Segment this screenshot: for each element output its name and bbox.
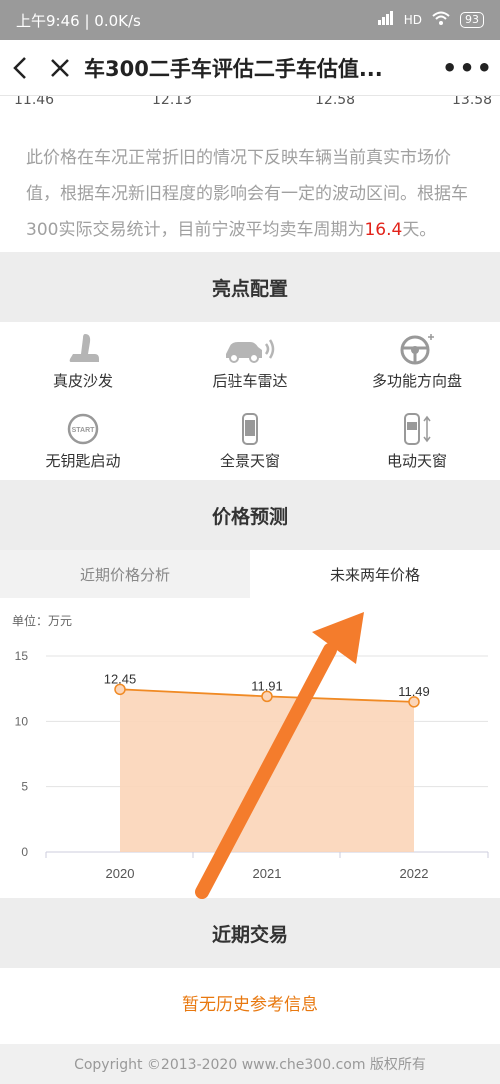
description-suffix: 天。 — [402, 220, 437, 240]
feature-label: 后驻车雷达 — [212, 372, 288, 390]
back-button[interactable] — [0, 40, 40, 96]
nav-bar: 车300二手车评估二手车估值... ••• — [0, 40, 500, 96]
price-forecast-chart: 0 5 10 15 12.45 2020 11.91 2021 11.49 2022 — [15, 649, 489, 881]
electric-sunroof-icon — [404, 413, 431, 445]
prediction-tabs: 近期价格分析 未来两年价格 — [0, 550, 500, 598]
feature-keyless-start: START 无钥匙启动 — [0, 412, 166, 471]
tick-label: 13.58 — [452, 96, 493, 108]
feature-label: 多功能方向盘 — [371, 372, 462, 390]
no-history-message: 暂无历史参考信息 — [182, 995, 318, 1015]
feature-label: 全景天窗 — [219, 452, 280, 470]
hd-label: HD — [403, 13, 422, 27]
feature-label: 无钥匙启动 — [45, 452, 121, 470]
tab-two-year-forecast[interactable]: 未来两年价格 — [250, 550, 500, 598]
y-tick-label: 15 — [15, 649, 29, 663]
more-icon: ••• — [441, 53, 495, 82]
feature-parking-radar: 后驻车雷达 — [167, 332, 333, 391]
recent-deals-title: 近期交易 — [211, 923, 288, 946]
close-icon — [51, 58, 69, 77]
footer: Copyright ©2013-2020 www.che300.com 版权所有 — [0, 1044, 500, 1084]
leather-seat-icon — [69, 334, 99, 362]
start-button-icon: START — [67, 413, 99, 445]
tab-recent-price-analysis[interactable]: 近期价格分析 — [0, 550, 250, 598]
close-button[interactable] — [40, 40, 80, 96]
sell-cycle-days: 16.4 — [364, 220, 403, 240]
tick-label: 12.13 — [152, 96, 193, 108]
chevron-left-icon — [13, 56, 26, 79]
page-title: 车300二手车评估二手车估值... — [84, 56, 383, 81]
copyright-text: Copyright ©2013-2020 www.che300.com 版权所有 — [74, 1057, 426, 1073]
data-label: 11.91 — [251, 678, 283, 693]
data-label: 12.45 — [104, 671, 137, 686]
data-label: 11.49 — [398, 684, 430, 699]
highlights-title: 亮点配置 — [211, 277, 288, 300]
x-tick-label: 2022 — [400, 866, 429, 881]
steering-wheel-icon — [400, 334, 434, 365]
y-tick-label: 5 — [21, 780, 28, 794]
feature-leather-seat: 真皮沙发 — [0, 332, 166, 391]
y-tick-label: 10 — [15, 714, 29, 728]
recent-deals-header: 近期交易 — [0, 898, 500, 968]
status-time-speed: 上午9:46 | 0.0K/s — [16, 11, 141, 30]
y-tick-label: 0 — [21, 845, 28, 859]
prediction-title: 价格预测 — [211, 505, 288, 528]
status-icons: HD 93 — [377, 11, 484, 29]
x-tick-label: 2020 — [106, 866, 135, 881]
more-button[interactable]: ••• — [436, 54, 500, 82]
feature-panoramic-sunroof: 全景天窗 — [167, 412, 333, 471]
feature-label: 电动天窗 — [386, 452, 447, 470]
previous-chart-ticks: 11.46 12.13 12.58 13.58 — [0, 96, 500, 110]
tick-label: 11.46 — [14, 96, 55, 108]
area-fill — [120, 689, 414, 852]
panoramic-sunroof-icon — [242, 413, 258, 445]
signal-icon — [377, 11, 394, 29]
prediction-header: 价格预测 — [0, 480, 500, 550]
tick-label: 12.58 — [315, 96, 356, 108]
feature-electric-sunroof: 电动天窗 — [334, 412, 500, 471]
battery-icon: 93 — [460, 12, 484, 28]
wifi-icon — [432, 11, 450, 29]
feature-steering-wheel: 多功能方向盘 — [334, 332, 500, 391]
chart-unit-label: 单位：万元 — [12, 614, 73, 628]
price-description: 此价格在车况正常折旧的情况下反映车辆当前真实市场价值，根据车况新旧程度的影响会有… — [26, 140, 476, 248]
feature-label: 真皮沙发 — [52, 372, 113, 390]
x-tick-label: 2021 — [253, 866, 282, 881]
parking-radar-icon — [226, 339, 275, 363]
highlights-header: 亮点配置 — [0, 252, 500, 322]
status-bar: 上午9:46 | 0.0K/s HD 93 — [0, 0, 500, 40]
svg-text:START: START — [72, 427, 96, 434]
